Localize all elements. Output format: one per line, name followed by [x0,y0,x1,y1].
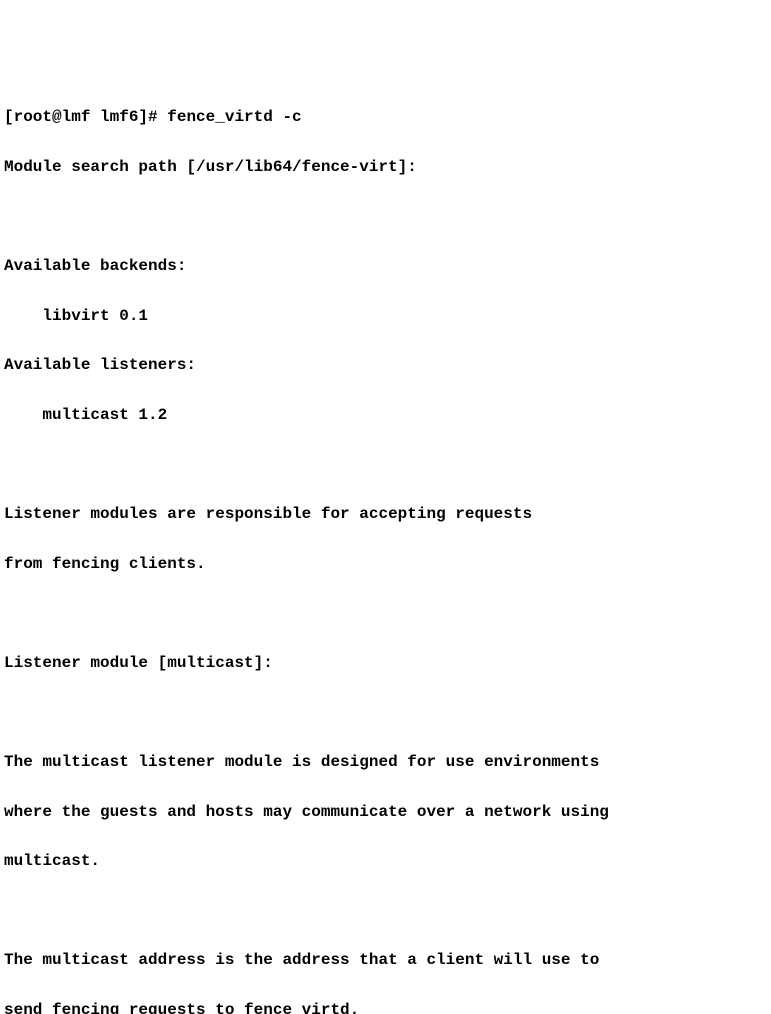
blank-line [4,204,767,229]
module-search-path: Module search path [/usr/lib64/fence-vir… [4,155,767,180]
blank-line [4,452,767,477]
multicast-desc-3: multicast. [4,849,767,874]
blank-line [4,601,767,626]
multicast-addr-desc-1: The multicast address is the address tha… [4,948,767,973]
blank-line [4,899,767,924]
available-listeners-header: Available listeners: [4,353,767,378]
available-backends-header: Available backends: [4,254,767,279]
shell-prompt: [root@lmf lmf6]# [4,108,167,126]
multicast-desc-1: The multicast listener module is designe… [4,750,767,775]
multicast-desc-2: where the guests and hosts may communica… [4,800,767,825]
listener-desc-1: Listener modules are responsible for acc… [4,502,767,527]
multicast-addr-desc-2: send fencing requests to fence_virtd. [4,998,767,1014]
command-input[interactable]: fence_virtd -c [167,108,301,126]
listener-desc-2: from fencing clients. [4,552,767,577]
backend-libvirt: libvirt 0.1 [4,304,767,329]
blank-line [4,700,767,725]
listener-module-prompt[interactable]: Listener module [multicast]: [4,651,767,676]
prompt-line: [root@lmf lmf6]# fence_virtd -c [4,105,767,130]
listener-multicast: multicast 1.2 [4,403,767,428]
